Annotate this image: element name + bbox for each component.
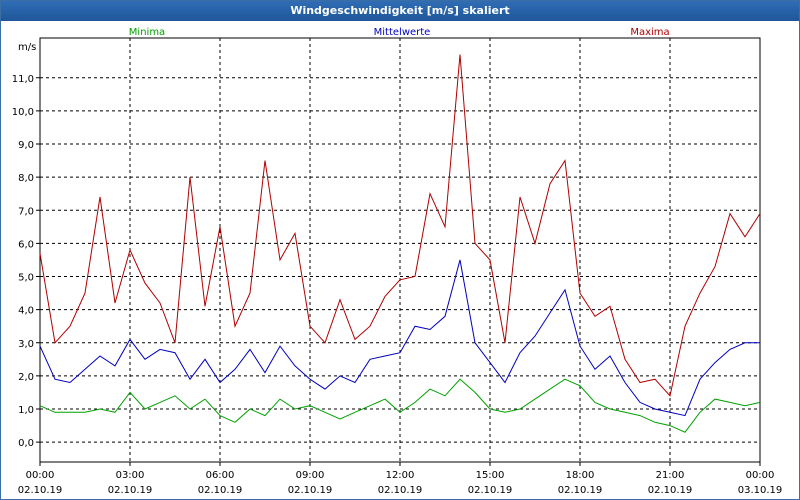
x-tick-time: 18:00 — [566, 470, 595, 481]
x-tick-time: 15:00 — [476, 470, 505, 481]
y-tick-label: 11,0 — [12, 74, 34, 85]
y-tick-label: 3,0 — [18, 339, 34, 350]
legend-mittelwerte: Mittelwerte — [374, 27, 431, 38]
x-tick-time: 00:00 — [26, 470, 55, 481]
x-tick-date: 02.10.19 — [468, 485, 513, 496]
x-tick-date: 02.10.19 — [18, 485, 63, 496]
x-tick-time: 03:00 — [116, 470, 145, 481]
x-tick-time: 12:00 — [386, 470, 415, 481]
legend-maxima: Maxima — [630, 27, 669, 38]
x-tick-date: 02.10.19 — [558, 485, 603, 496]
y-tick-label: 1,0 — [18, 405, 34, 416]
y-axis-unit: m/s — [18, 42, 36, 53]
y-tick-label: 4,0 — [18, 306, 34, 317]
y-tick-label: 2,0 — [18, 372, 34, 383]
x-tick-time: 21:00 — [656, 470, 685, 481]
y-tick-label: 6,0 — [18, 239, 34, 250]
y-tick-label: 7,0 — [18, 206, 34, 217]
x-tick-date: 02.10.19 — [288, 485, 333, 496]
x-tick-date: 02.10.19 — [108, 485, 153, 496]
y-tick-label: 9,0 — [18, 140, 34, 151]
y-tick-label: 5,0 — [18, 273, 34, 284]
x-tick-date: 02.10.19 — [378, 485, 423, 496]
legend-minima: Minima — [129, 27, 165, 38]
x-tick-time: 00:00 — [746, 470, 775, 481]
y-tick-label: 8,0 — [18, 173, 34, 184]
y-tick-label: 0,0 — [18, 438, 34, 449]
x-tick-date: 02.10.19 — [198, 485, 243, 496]
x-tick-time: 06:00 — [206, 470, 235, 481]
x-tick-date: 02.10.19 — [648, 485, 693, 496]
wind-speed-chart: 0,0 1,0 2,0 3,0 4,0 5,0 6,0 7,0 8,0 9,0 10,0 11,0 m/… — [12, 27, 783, 496]
x-tick-time: 09:00 — [296, 470, 325, 481]
y-tick-label: 10,0 — [12, 107, 34, 118]
x-tick-date: 03.10.19 — [738, 485, 783, 496]
